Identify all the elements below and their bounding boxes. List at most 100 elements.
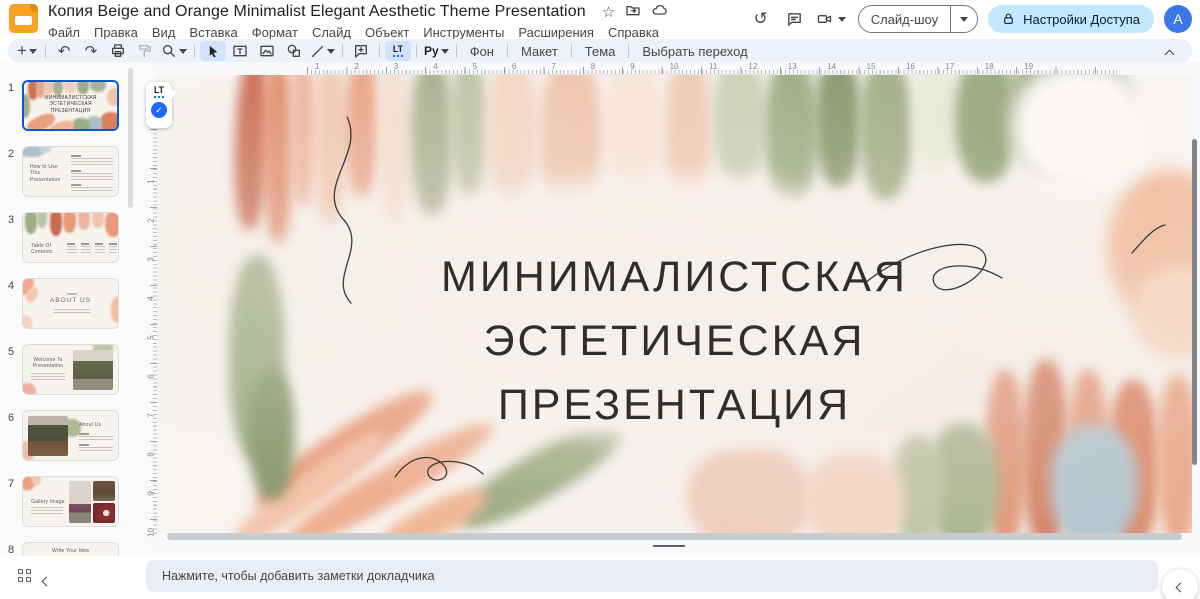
font-tool-dropdown[interactable]: Pу: [422, 41, 451, 61]
new-slide-button[interactable]: +: [14, 41, 40, 61]
ruler-mark: 8: [146, 452, 156, 457]
thumbnail-title-text: How to Use This Presentation: [30, 164, 61, 183]
slide-editor[interactable]: МИНИМАЛИСТСКАЯ ЭСТЕТИЧЕСКАЯ ПРЕЗЕНТАЦИЯ: [157, 75, 1192, 533]
slide-thumbnail-2[interactable]: How to Use This Presentation: [22, 146, 119, 197]
paint-format-button[interactable]: [132, 41, 158, 61]
move-folder-icon[interactable]: [625, 2, 641, 23]
vertical-ruler: 1 2 3 4 5 6 7 8 9 10: [145, 75, 157, 556]
ruler-mark: 6: [512, 62, 517, 71]
ruler-mark: 10: [669, 62, 679, 71]
slide-number: 5: [7, 346, 15, 358]
ruler-mark: 2: [146, 218, 156, 223]
ruler-mark: 18: [984, 62, 994, 71]
background-button[interactable]: Фон: [462, 41, 502, 61]
lock-icon: [1004, 13, 1013, 24]
slide-thumbnail-3[interactable]: Table Of Contents: [22, 212, 119, 263]
thumbnail-photo: [28, 416, 68, 456]
slide-number: 1: [7, 82, 15, 94]
grid-view-button[interactable]: [18, 569, 34, 585]
slide-number: 3: [7, 214, 15, 226]
slide-number: 6: [7, 412, 15, 424]
thumbnail-title-text: Table Of Contents: [31, 243, 53, 256]
print-button[interactable]: [105, 41, 131, 61]
insert-comment-button[interactable]: [348, 41, 374, 61]
slide-thumbnail-1[interactable]: МИНИМАЛИСТСКАЯ ЭСТЕТИЧЕСКАЯ ПРЕЗЕНТАЦИЯ: [22, 80, 119, 131]
select-tool-button[interactable]: [200, 41, 226, 61]
redo-button[interactable]: ↷: [78, 41, 104, 61]
thumbnail-title-text: Write Your Idea: [51, 548, 90, 554]
share-button[interactable]: Настройки Доступа: [988, 5, 1154, 33]
thumbnail-title-text: МИНИМАЛИСТСКАЯ ЭСТЕТИЧЕСКАЯ ПРЕЗЕНТАЦИЯ: [44, 95, 97, 114]
ruler-mark: 2: [354, 62, 359, 71]
ruler-mark: 15: [866, 62, 876, 71]
slide-thumbnail-8[interactable]: Write Your Idea: [22, 542, 119, 556]
insert-shape-button[interactable]: [281, 41, 307, 61]
check-icon[interactable]: ✓: [151, 102, 167, 118]
ruler-mark: 13: [787, 62, 797, 71]
toolbar-collapse-button[interactable]: [1156, 43, 1182, 63]
undo-button[interactable]: ↶: [51, 41, 77, 61]
slide-thumbnail-6[interactable]: About Us: [22, 410, 119, 461]
ruler-mark: 4: [433, 62, 438, 71]
meet-caret-icon: [837, 16, 846, 22]
ruler-mark: 17: [945, 62, 955, 71]
ruler-mark: 5: [472, 62, 478, 71]
ruler-mark: 9: [630, 62, 635, 71]
vertical-scrollbar[interactable]: [1192, 139, 1197, 465]
transition-button[interactable]: Выбрать переход: [634, 41, 755, 61]
ruler-mark: 3: [146, 257, 156, 262]
slide-thumbnail-4[interactable]: ABOUT US: [22, 278, 119, 329]
slideshow-split-button: Слайд-шоу: [857, 5, 979, 33]
meet-button[interactable]: [815, 11, 846, 27]
filmstrip-scrollbar[interactable]: [128, 68, 133, 208]
account-avatar[interactable]: A: [1164, 5, 1192, 33]
layout-button[interactable]: Макет: [513, 41, 566, 61]
slides-logo[interactable]: [9, 4, 38, 33]
slide-number: 2: [7, 148, 15, 160]
ruler-mark: 3: [393, 62, 399, 71]
comments-icon[interactable]: [781, 5, 809, 33]
theme-button[interactable]: Тема: [577, 41, 624, 61]
zoom-button[interactable]: [159, 41, 189, 61]
ruler-mark: 7: [551, 62, 556, 71]
slide-thumbnail-5[interactable]: Welcome To Presentation: [22, 344, 119, 395]
ruler-mark: 1: [315, 62, 320, 71]
ruler-mark: 6: [146, 374, 156, 379]
bottom-bar: Нажмите, чтобы добавить заметки докладчи…: [0, 556, 1200, 599]
speaker-notes-input[interactable]: Нажмите, чтобы добавить заметки докладчи…: [146, 560, 1158, 592]
thumbnail-title-text: Gallery Image: [31, 499, 65, 505]
ruler-mark: 1: [146, 179, 156, 184]
workspace: 1 МИНИМАЛИСТСКАЯ ЭСТЕТИЧЕСКАЯ ПРЕЗЕНТАЦИ…: [0, 62, 1200, 556]
ruler-mark: 5: [146, 335, 156, 340]
collapse-side-panel-button[interactable]: [1162, 569, 1198, 599]
horizontal-scrollbar[interactable]: [167, 533, 1182, 540]
ruler-mark: 14: [827, 62, 837, 71]
ruler-mark: 9: [146, 491, 156, 496]
notes-resize-handle[interactable]: [653, 545, 685, 547]
languagetool-widget[interactable]: LT ✓: [146, 82, 172, 128]
cloud-status-icon[interactable]: [651, 2, 668, 23]
slideshow-dropdown[interactable]: [950, 6, 977, 32]
languagetool-toolbar-icon[interactable]: LT: [385, 41, 411, 61]
ruler-mark: 11: [709, 62, 718, 71]
text-box-button[interactable]: [227, 41, 253, 61]
ruler-mark: 16: [906, 62, 915, 71]
google-slides-app: Копия Beige and Orange Minimalist Elegan…: [0, 0, 1200, 599]
document-title[interactable]: Копия Beige and Orange Minimalist Elegan…: [48, 3, 586, 21]
collapse-filmstrip-button[interactable]: [41, 572, 52, 590]
ruler-mark: 7: [146, 413, 156, 418]
slide-title-text[interactable]: МИНИМАЛИСТСКАЯ ЭСТЕТИЧЕСКАЯ ПРЕЗЕНТАЦИЯ: [157, 245, 1192, 437]
canvas: 1 2 3 4 5 6 7 8 9 10 11 12 13 14 15 16 17 18 19 1234567891…: [145, 62, 1200, 556]
version-history-icon[interactable]: ↺: [747, 5, 775, 33]
slide-thumbnail-7[interactable]: Gallery Image: [22, 476, 119, 527]
toolbar: + ↶ ↷ LT Pу Фон Макет Тема Выбрать перех…: [8, 39, 1192, 63]
thumbnail-photo: [73, 350, 113, 390]
insert-image-button[interactable]: [254, 41, 280, 61]
slideshow-button[interactable]: Слайд-шоу: [859, 6, 950, 32]
ruler-mark: 4: [146, 296, 156, 301]
horizontal-ruler: 1 2 3 4 5 6 7 8 9 10 11 12 13 14 15 16 17 18 19: [157, 62, 1200, 75]
star-icon[interactable]: ☆: [602, 4, 615, 20]
slide-number: 8: [7, 544, 15, 556]
insert-line-button[interactable]: [308, 41, 337, 61]
thumbnail-title-text: About Us: [79, 422, 102, 428]
